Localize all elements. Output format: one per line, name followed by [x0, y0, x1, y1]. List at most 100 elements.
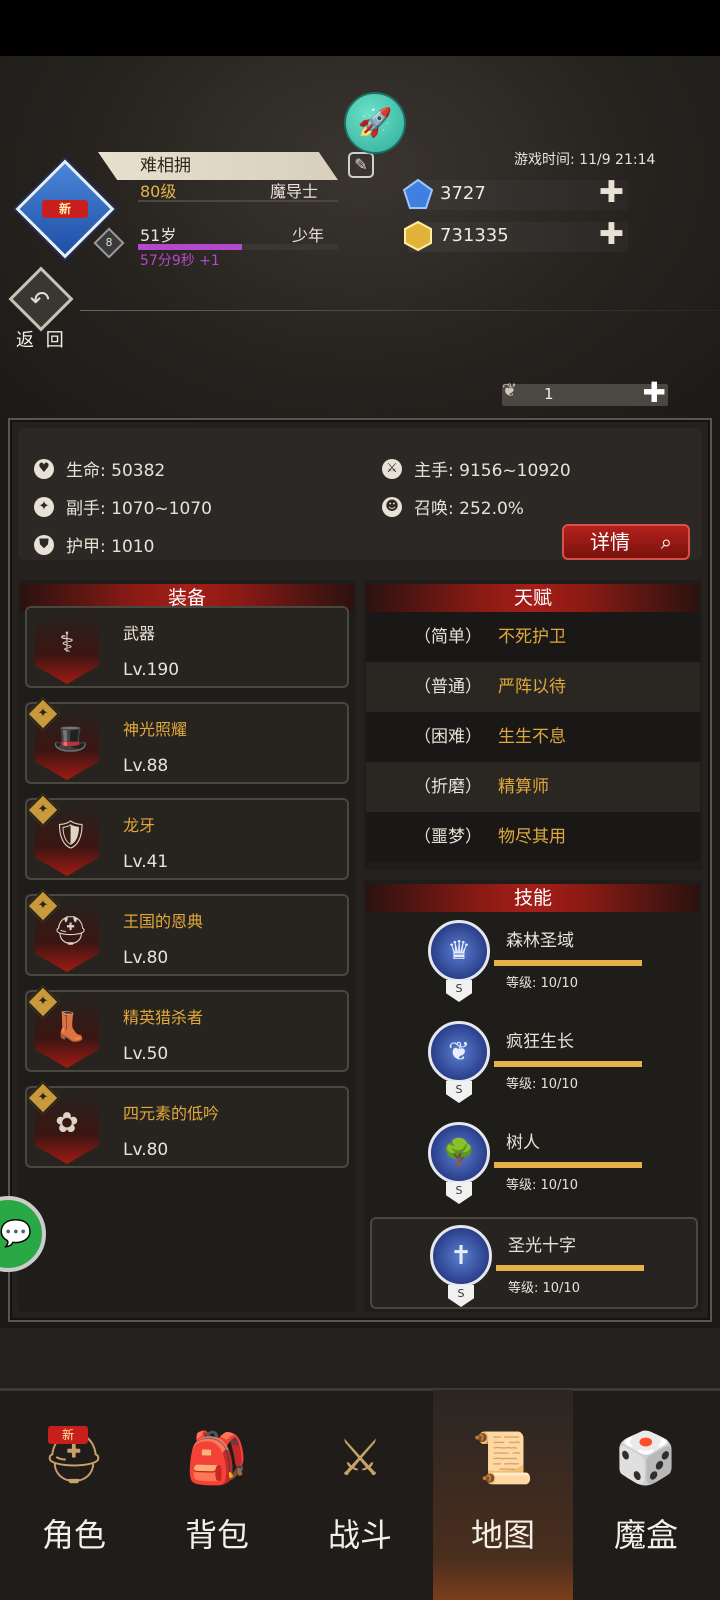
equipment-slot[interactable]: ⛑ ✦ 王国的恩典 Lv.80 — [25, 889, 349, 976]
nav-label: 背包 — [184, 1516, 249, 1554]
nav-item[interactable]: ⚔ 战斗 — [290, 1390, 430, 1600]
skill-level: 等级: 10/10 — [506, 1077, 578, 1092]
player-level: 80级 — [140, 182, 177, 201]
rocket-boost-icon[interactable]: 🚀 — [344, 92, 406, 154]
equipment-slot[interactable]: 🎩 ✦ 神光照耀 Lv.88 — [25, 697, 349, 784]
armor-icon: ⛊ — [34, 534, 54, 555]
forest-sanctuary-icon: ♛ — [428, 920, 490, 982]
talent-row[interactable]: （困难） 生生不息 — [366, 712, 700, 762]
stat-summon: ☻ 召唤: 252.0% — [382, 494, 524, 519]
gem-amount: 3727 — [440, 183, 486, 204]
nav-item[interactable]: 🎲 魔盒 — [576, 1390, 716, 1600]
skill-progress-bar — [494, 1162, 642, 1168]
nav-item[interactable]: 🎒 背包 — [147, 1390, 287, 1600]
summon-icon: ☻ — [382, 496, 402, 517]
holy-cross-icon: ✝ — [430, 1225, 492, 1287]
nav-item[interactable]: ⛑ 新 角色 — [4, 1390, 144, 1600]
skill-grade-badge: S — [446, 1182, 472, 1204]
talent-difficulty: （简单） — [414, 627, 482, 647]
talent-row[interactable]: （简单） 不死护卫 — [366, 612, 700, 662]
item-counter: ❦ 1 ✚ — [502, 378, 668, 408]
level-underline — [138, 200, 338, 202]
equipment-slot[interactable]: 👢 ✦ 精英猎杀者 Lv.50 — [25, 985, 349, 1072]
game-time: 游戏时间: 11/9 21:14 — [514, 152, 656, 168]
talent-name: 严阵以待 — [498, 677, 566, 697]
staff-icon: ⚕ — [59, 626, 75, 659]
equipment-level: Lv.88 — [123, 756, 169, 776]
talent-title: 天赋 — [366, 584, 700, 612]
gem-counter: 3727 ✚ — [402, 178, 628, 210]
blue-gem-icon — [402, 178, 434, 209]
return-arrow-icon: ↶ — [30, 286, 51, 314]
header-divider — [80, 310, 720, 311]
skill-item[interactable]: ❦ S 疯狂生长 等级: 10/10 — [370, 1015, 698, 1107]
offhand-icon: ✦ — [34, 496, 54, 517]
skill-level: 等级: 10/10 — [508, 1281, 580, 1296]
skill-item[interactable]: ♛ S 森林圣域 等级: 10/10 — [370, 914, 698, 1006]
status-bar — [0, 0, 720, 56]
scroll-map-icon: 📜 — [471, 1429, 535, 1487]
gold-amount: 731335 — [440, 225, 509, 246]
stat-hp: ♥ 生命: 50382 — [34, 456, 165, 481]
talent-name: 不死护卫 — [498, 627, 566, 647]
nav-label: 魔盒 — [613, 1516, 678, 1554]
skill-item[interactable]: 🌳 S 树人 等级: 10/10 — [370, 1116, 698, 1208]
add-gold-button[interactable]: ✚ — [599, 220, 624, 250]
talent-row[interactable]: （噩梦） 物尽其用 — [366, 812, 700, 862]
skill-grade-badge: S — [446, 1081, 472, 1103]
lower-background — [0, 1328, 720, 1388]
gold-counter: 731335 ✚ — [404, 220, 628, 252]
talent-row[interactable]: （折磨） 精算师 — [366, 762, 700, 812]
charm-icon: ✿ — [55, 1106, 79, 1139]
add-item-button[interactable]: ✚ — [643, 378, 666, 408]
edit-name-icon[interactable]: ✎ — [348, 152, 374, 178]
talent-name: 精算师 — [498, 777, 549, 797]
new-badge: 新 — [42, 200, 88, 218]
skill-name: 圣光十字 — [508, 1236, 576, 1256]
equipment-slot[interactable]: 🛡 ✦ 龙牙 Lv.41 — [25, 793, 349, 880]
details-button[interactable]: 详情 ⌕ — [562, 524, 690, 560]
equipment-name: 神光照耀 — [123, 720, 188, 739]
skill-name: 树人 — [506, 1133, 540, 1153]
equipment-slot[interactable]: ✿ ✦ 四元素的低吟 Lv.80 — [25, 1081, 349, 1168]
hat-icon: 🎩 — [53, 722, 88, 755]
skill-name: 疯狂生长 — [506, 1032, 574, 1052]
equipment-level: Lv.50 — [123, 1044, 169, 1064]
equipment-level: Lv.190 — [123, 660, 180, 680]
talent-row[interactable]: （普通） 严阵以待 — [366, 662, 700, 712]
talent-name: 生生不息 — [498, 727, 566, 747]
skill-item[interactable]: ✝ S 圣光十字 等级: 10/10 — [370, 1217, 698, 1309]
nav-label: 地图 — [470, 1516, 535, 1554]
wild-growth-icon: ❦ — [428, 1021, 490, 1083]
equipment-level: Lv.41 — [123, 852, 169, 872]
nav-item[interactable]: 📜 地图 — [433, 1390, 573, 1600]
skill-name: 森林圣域 — [506, 931, 574, 951]
gloves-icon: ⛑ — [53, 914, 89, 947]
equipment-name: 龙牙 — [123, 816, 156, 835]
nav-label: 角色 — [41, 1516, 106, 1554]
talent-difficulty: （噩梦） — [414, 827, 482, 847]
avatar[interactable]: 新 8 — [15, 159, 125, 259]
skill-grade-badge: S — [446, 980, 472, 1002]
stat-armor: ⛊ 护甲: 1010 — [34, 532, 154, 557]
heart-icon: ♥ — [34, 458, 54, 479]
item-count: 1 — [544, 385, 554, 403]
sword-shield-icon: ⚔ — [337, 1429, 383, 1487]
gold-coin-icon — [404, 220, 432, 252]
magic-box-icon: 🎲 — [614, 1429, 678, 1487]
player-name: 难相拥 — [98, 152, 338, 180]
add-gems-button[interactable]: ✚ — [599, 178, 624, 208]
return-button[interactable]: ↶ 返 回 — [8, 266, 78, 352]
talent-difficulty: （普通） — [414, 677, 482, 697]
equipment-name: 武器 — [123, 624, 156, 643]
equipment-level: Lv.80 — [123, 1140, 169, 1160]
skill-title: 技能 — [366, 884, 700, 912]
magnifier-icon: ⌕ — [660, 530, 672, 554]
return-label: 返 回 — [16, 330, 67, 351]
equipment-slot[interactable]: ⚕ 武器 Lv.190 — [25, 606, 349, 688]
boots-icon: 👢 — [53, 1010, 88, 1043]
skill-progress-bar — [496, 1265, 644, 1271]
player-class: 魔导士 — [270, 182, 319, 201]
nav-label: 战斗 — [327, 1516, 392, 1554]
armor-icon: 🛡 — [53, 818, 89, 851]
